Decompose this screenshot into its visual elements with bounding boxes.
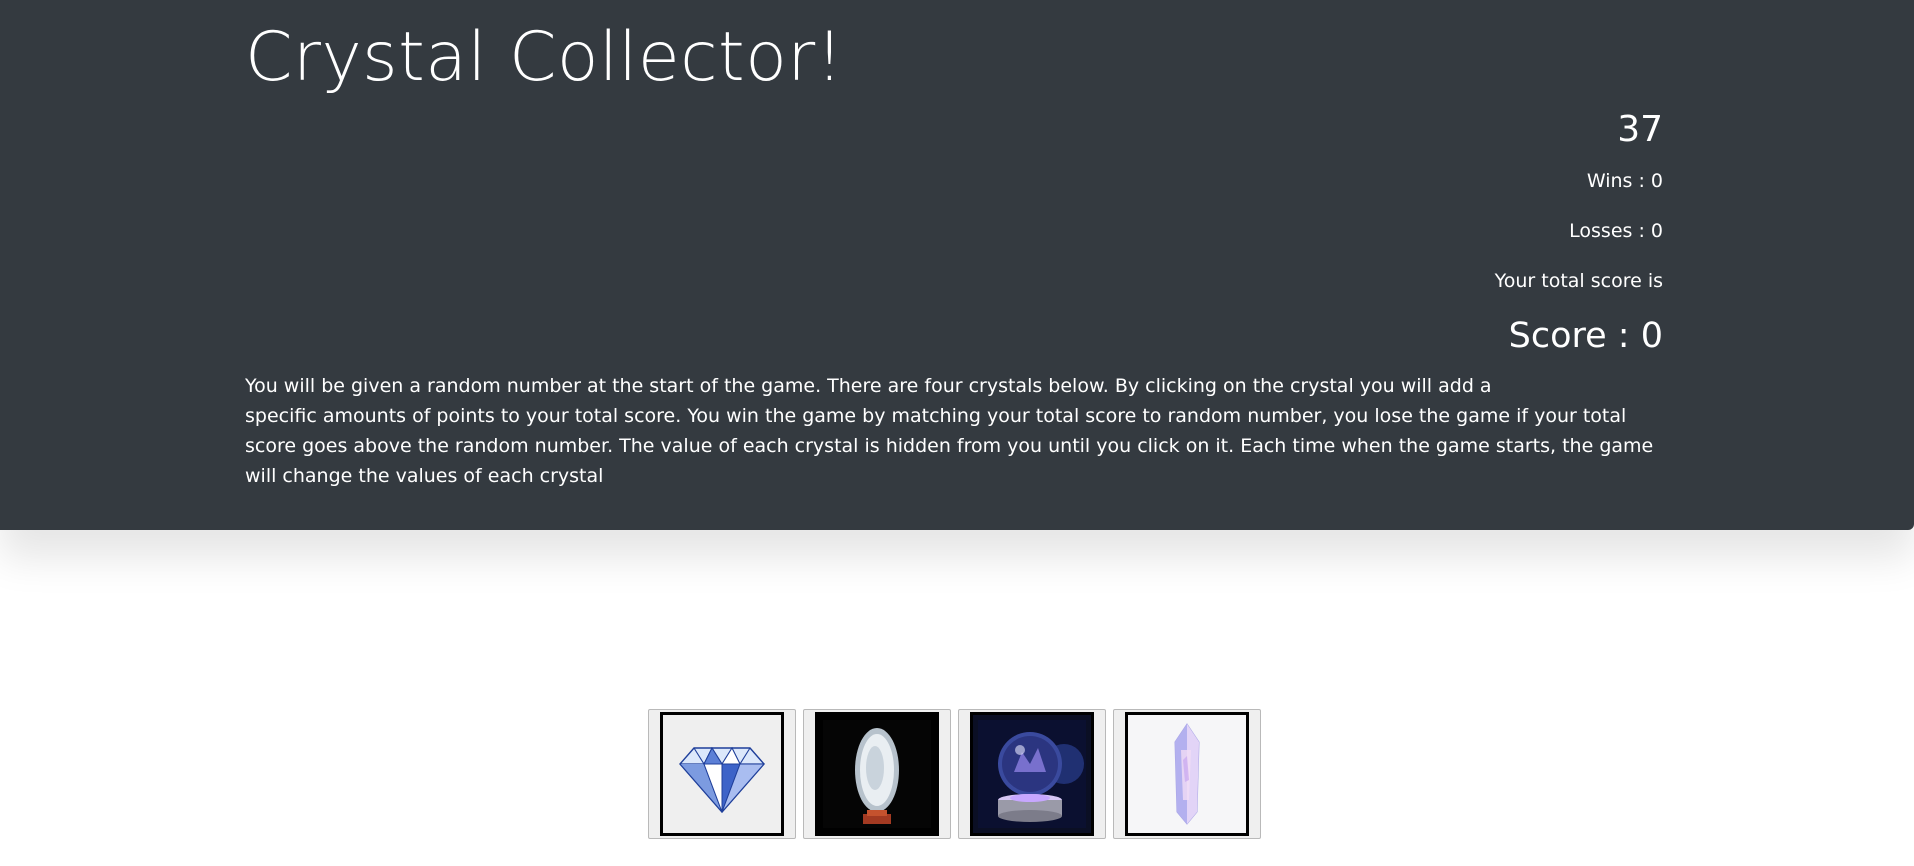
crystal-frame (1125, 712, 1249, 836)
quartz-crystal-icon (1133, 720, 1241, 828)
score-display: Score : 0 (1508, 316, 1663, 356)
crystal-row (648, 709, 1261, 839)
crystal-button-2[interactable] (803, 709, 951, 839)
total-score-label: Your total score is (1494, 270, 1663, 292)
instructions-line-1: You will be given a random number at the… (245, 375, 1492, 397)
crystal-button-4[interactable] (1113, 709, 1261, 839)
geode-icon (823, 720, 931, 828)
wins-counter: Wins : 0 (1586, 170, 1663, 192)
stats-panel: 37 Wins : 0 Losses : 0 Your total score … (1063, 100, 1663, 360)
crystal-button-3[interactable] (958, 709, 1106, 839)
instructions-line-rest: specific amounts of points to your total… (245, 405, 1654, 487)
instructions-text: You will be given a random number at the… (245, 371, 1665, 491)
crystal-frame (970, 712, 1094, 836)
header-panel: Crystal Collector! 37 Wins : 0 Losses : … (0, 0, 1914, 530)
random-number: 37 (1617, 109, 1663, 150)
crystal-button-1[interactable] (648, 709, 796, 839)
game-title: Crystal Collector! (245, 18, 844, 97)
crystal-frame (660, 712, 784, 836)
crystal-frame (815, 712, 939, 836)
glass-orb-icon (978, 720, 1086, 828)
losses-counter: Losses : 0 (1569, 220, 1663, 242)
diamond-icon (679, 746, 766, 814)
